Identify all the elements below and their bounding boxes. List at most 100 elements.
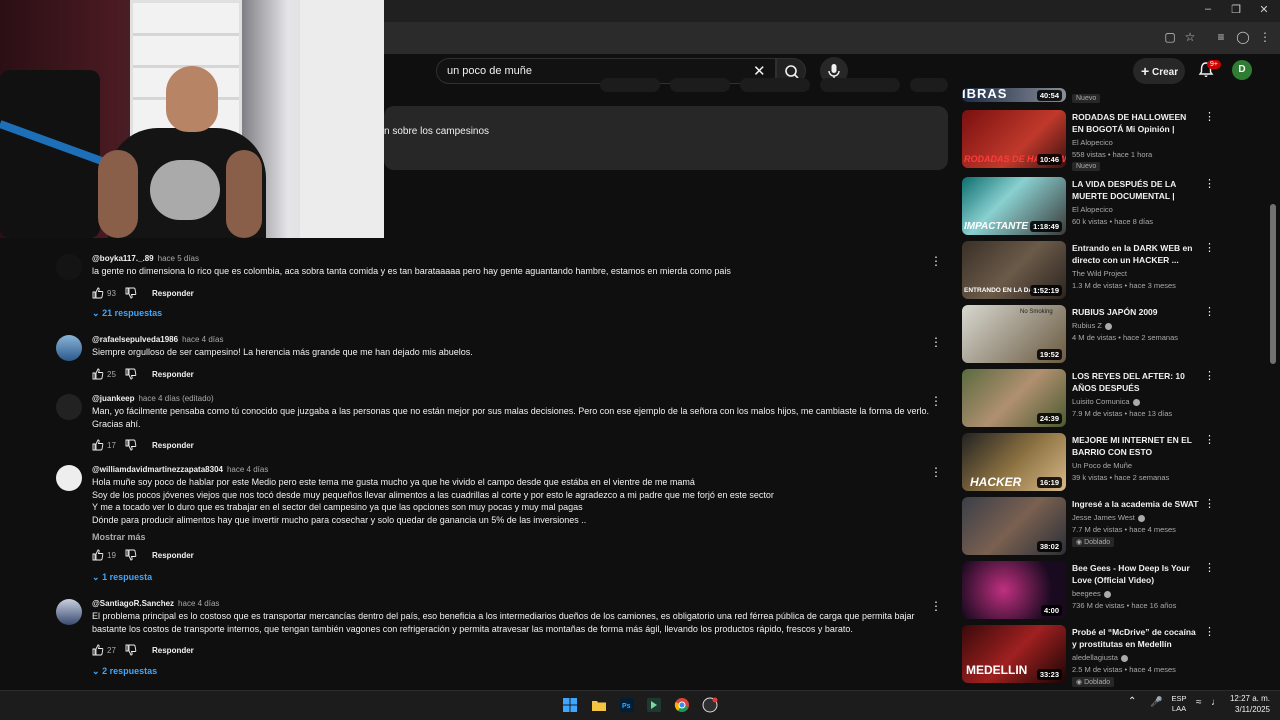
recommended-video[interactable]: IMPACTANTE 1:18:49 LA VIDA DESPUÉS DE LA… bbox=[962, 177, 1215, 237]
video-menu-icon[interactable]: ⋮ bbox=[1204, 625, 1215, 638]
video-menu-icon[interactable]: ⋮ bbox=[1204, 241, 1215, 254]
video-thumbnail[interactable]: RODADAS DE HALLOW 10:46 bbox=[962, 110, 1066, 168]
media-controls-icon[interactable]: ≡ bbox=[1213, 30, 1229, 44]
comment-author[interactable]: @rafaelsepulveda1986 hace 4 días bbox=[92, 335, 223, 344]
like-icon[interactable] bbox=[92, 644, 104, 656]
tray-overflow-icon[interactable]: ⌃ bbox=[1128, 697, 1136, 707]
commenter-avatar[interactable] bbox=[56, 335, 82, 361]
comment-menu-icon[interactable]: ⋮ bbox=[930, 335, 942, 349]
bookmark-star-icon[interactable]: ☆ bbox=[1182, 30, 1198, 44]
video-menu-icon[interactable]: ⋮ bbox=[1204, 497, 1215, 510]
language-indicator[interactable]: ESP LAA bbox=[1168, 694, 1190, 714]
video-thumbnail[interactable]: HACKER 16:19 bbox=[962, 433, 1066, 491]
channel-name[interactable]: Jesse James West bbox=[1072, 513, 1145, 522]
reply-button[interactable]: Responder bbox=[152, 551, 194, 560]
video-menu-icon[interactable]: ⋮ bbox=[1204, 433, 1215, 446]
like-icon[interactable] bbox=[92, 287, 104, 299]
channel-name[interactable]: beegees bbox=[1072, 589, 1111, 598]
browser-menu-icon[interactable]: ⋮ bbox=[1257, 30, 1273, 44]
video-thumbnail[interactable]: MEDELLIN 33:23 bbox=[962, 625, 1066, 683]
comment-author[interactable]: @boyka117._.89 hace 5 días bbox=[92, 254, 199, 263]
comment-author[interactable]: @SantiagoR.Sanchez hace 4 días bbox=[92, 599, 219, 608]
reply-button[interactable]: Responder bbox=[152, 289, 194, 298]
recommended-video[interactable]: 38:02 Ingresé a la academia de SWAT Jess… bbox=[962, 497, 1215, 557]
dislike-icon[interactable] bbox=[125, 549, 137, 561]
new-badge: Nuevo bbox=[1072, 94, 1101, 103]
recommended-video[interactable]: HACKER 16:19 MEJORE MI INTERNET EN EL BA… bbox=[962, 433, 1215, 493]
video-thumbnail[interactable]: No Smoking 19:52 bbox=[962, 305, 1066, 363]
video-thumbnail[interactable]: IMPACTANTE 1:18:49 bbox=[962, 177, 1066, 235]
page-scrollbar[interactable] bbox=[1270, 204, 1276, 364]
commenter-avatar[interactable] bbox=[56, 394, 82, 420]
file-explorer-icon[interactable] bbox=[591, 697, 607, 713]
commenter-avatar[interactable] bbox=[56, 599, 82, 625]
commenter-avatar[interactable] bbox=[56, 465, 82, 491]
channel-name[interactable]: Luisito Comunica bbox=[1072, 397, 1140, 406]
chrome-icon[interactable] bbox=[674, 697, 690, 713]
reply-button[interactable]: Responder bbox=[152, 646, 194, 655]
comment-menu-icon[interactable]: ⋮ bbox=[930, 394, 942, 408]
like-icon[interactable] bbox=[92, 368, 104, 380]
dislike-icon[interactable] bbox=[125, 287, 137, 299]
dislike-icon[interactable] bbox=[125, 439, 137, 451]
video-thumbnail[interactable]: 38:02 bbox=[962, 497, 1066, 555]
comment-menu-icon[interactable]: ⋮ bbox=[930, 254, 942, 268]
app-icon[interactable] bbox=[646, 697, 662, 713]
recommended-video[interactable]: 4:00 Bee Gees - How Deep Is Your Love (O… bbox=[962, 561, 1215, 621]
create-button[interactable]: + Crear bbox=[1133, 58, 1185, 84]
replies-toggle[interactable]: ⌄ 1 respuesta bbox=[92, 572, 152, 583]
video-thumbnail[interactable]: ENTRANDO EN LA DARK 1:52:19 bbox=[962, 241, 1066, 299]
channel-name[interactable]: El Alopecico bbox=[1072, 205, 1113, 214]
like-icon[interactable] bbox=[92, 439, 104, 451]
channel-name[interactable]: The Wild Project bbox=[1072, 269, 1127, 278]
commenter-avatar[interactable] bbox=[56, 254, 82, 280]
comment-menu-icon[interactable]: ⋮ bbox=[930, 465, 942, 479]
recommended-video[interactable]: 24:39 LOS REYES DEL AFTER: 10 AÑOS DESPU… bbox=[962, 369, 1215, 429]
wifi-icon[interactable]: ≈ bbox=[1196, 698, 1202, 708]
comment-author[interactable]: @williamdavidmartinezzapata8304 hace 4 dí… bbox=[92, 465, 268, 474]
url-field[interactable] bbox=[386, 26, 1280, 50]
recommended-video[interactable]: RODADAS DE HALLOW 10:46 RODADAS DE HALLO… bbox=[962, 110, 1215, 171]
channel-name[interactable]: Rubius Z bbox=[1072, 321, 1113, 330]
profile-icon[interactable]: ◯ bbox=[1235, 30, 1251, 44]
video-thumbnail[interactable]: IBRAS 40:54 bbox=[962, 88, 1066, 102]
video-thumbnail[interactable]: 4:00 bbox=[962, 561, 1066, 619]
close-window-icon[interactable]: ✕ bbox=[1250, 3, 1278, 16]
replies-toggle[interactable]: ⌄ 21 respuestas bbox=[92, 308, 162, 319]
video-menu-icon[interactable]: ⋮ bbox=[1204, 561, 1215, 574]
reply-button[interactable]: Responder bbox=[152, 370, 194, 379]
recommended-video[interactable]: No Smoking 19:52 RUBIUS JAPÓN 2009 Rubiu… bbox=[962, 305, 1215, 365]
volume-icon[interactable]: ♩ bbox=[1211, 698, 1221, 708]
obs-icon[interactable] bbox=[702, 697, 718, 713]
reply-button[interactable]: Responder bbox=[152, 441, 194, 450]
recommended-video[interactable]: MEDELLIN 33:23 Probé el “McDrive” de coc… bbox=[962, 625, 1215, 687]
taskbar-clock[interactable]: 12:27 a. m. 3/11/2025 bbox=[1226, 693, 1270, 715]
channel-name[interactable]: aledellagiusta bbox=[1072, 653, 1128, 662]
account-avatar[interactable]: D bbox=[1232, 60, 1252, 80]
video-menu-icon[interactable]: ⋮ bbox=[1204, 369, 1215, 382]
video-menu-icon[interactable]: ⋮ bbox=[1204, 177, 1215, 190]
channel-name[interactable]: El Alopecico bbox=[1072, 138, 1113, 147]
dislike-icon[interactable] bbox=[125, 368, 137, 380]
replies-toggle[interactable]: ⌄ 2 respuestas bbox=[92, 666, 157, 677]
like-icon[interactable] bbox=[92, 549, 104, 561]
microphone-tray-icon[interactable]: 🎤 bbox=[1150, 698, 1162, 708]
video-duration: 10:46 bbox=[1036, 154, 1062, 165]
restore-icon[interactable]: ❐ bbox=[1222, 3, 1250, 16]
comment-menu-icon[interactable]: ⋮ bbox=[930, 599, 942, 613]
photoshop-icon[interactable]: Ps bbox=[619, 697, 635, 713]
comment-author[interactable]: @juankeep hace 4 días (editado) bbox=[92, 394, 214, 403]
install-app-icon[interactable]: ▢ bbox=[1162, 30, 1178, 44]
channel-name[interactable]: Un Poco de Muñe bbox=[1072, 461, 1132, 470]
recommended-video[interactable]: ENTRANDO EN LA DARK 1:52:19 Entrando en … bbox=[962, 241, 1215, 301]
video-thumbnail[interactable]: 24:39 bbox=[962, 369, 1066, 427]
verified-icon bbox=[1120, 654, 1128, 662]
recommended-video[interactable]: IBRAS 40:54 Nuevo bbox=[962, 88, 1212, 108]
minimize-icon[interactable]: – bbox=[1194, 3, 1222, 15]
dislike-icon[interactable] bbox=[125, 644, 137, 656]
windows-start-icon[interactable] bbox=[562, 697, 578, 713]
video-description-box[interactable] bbox=[384, 106, 948, 170]
video-menu-icon[interactable]: ⋮ bbox=[1204, 305, 1215, 318]
video-menu-icon[interactable]: ⋮ bbox=[1204, 110, 1215, 123]
show-more-link[interactable]: Mostrar más bbox=[92, 532, 146, 542]
